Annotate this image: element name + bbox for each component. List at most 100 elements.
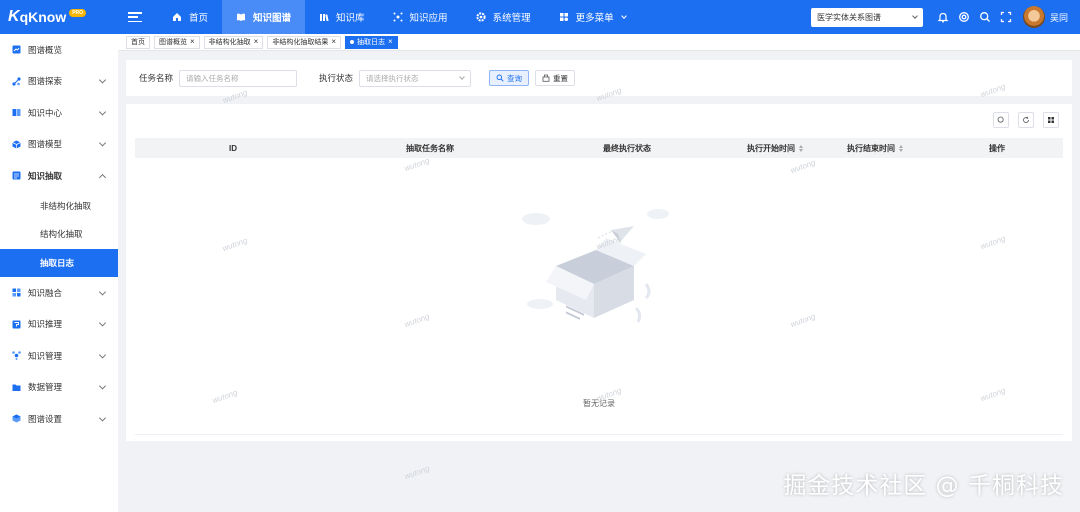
sidebar-subitem-unstructured-extract[interactable]: 非结构化抽取: [0, 192, 118, 221]
empty-box-icon: [522, 209, 669, 323]
column-header-task-name: 抽取任务名称: [331, 138, 529, 158]
gear-icon: [475, 12, 486, 22]
nav-knowledge-graph[interactable]: 知识图谱: [222, 0, 306, 34]
nav-home[interactable]: 首页: [158, 0, 222, 34]
sidebar-item-label: 抽取日志: [40, 257, 75, 268]
table-refresh-button[interactable]: [1018, 112, 1034, 128]
reasoning-icon: [12, 320, 21, 329]
status-select[interactable]: 请选择执行状态: [359, 69, 472, 87]
nav-knowledge-base[interactable]: 知识库: [305, 0, 379, 34]
chevron-down-icon: [98, 108, 107, 116]
bell-icon[interactable]: [937, 11, 949, 23]
avatar[interactable]: [1022, 6, 1045, 28]
task-name-placeholder: 请输入任务名称: [186, 73, 239, 83]
task-name-label: 任务名称: [139, 73, 174, 83]
close-icon[interactable]: ×: [388, 38, 393, 46]
tab-unstructured-result[interactable]: 非结构化抽取结果 ×: [267, 35, 342, 49]
column-header-end-time[interactable]: 执行结束时间: [800, 138, 950, 158]
sidebar-item-data-manage[interactable]: 数据管理: [0, 372, 118, 404]
reset-button[interactable]: 重置: [535, 70, 576, 86]
search-icon[interactable]: [979, 11, 991, 23]
column-header-actions: 操作: [947, 138, 1047, 158]
sparkle-icon: [393, 12, 403, 22]
refresh-icon: [1023, 116, 1029, 123]
nav-system-label: 系统管理: [492, 13, 531, 24]
nav-knowledge-graph-label: 知识图谱: [253, 13, 292, 24]
library-icon: [319, 12, 329, 22]
chevron-down-icon: [98, 288, 107, 296]
column-label: 操作: [989, 143, 1005, 153]
tab-graph-overview[interactable]: 图谱概览 ×: [154, 35, 200, 49]
close-icon[interactable]: ×: [254, 38, 259, 46]
tab-home[interactable]: 首页: [126, 35, 150, 49]
cube-icon: [12, 140, 21, 149]
table-search-button[interactable]: [993, 112, 1009, 128]
close-icon[interactable]: ×: [331, 38, 336, 46]
sidebar-item-knowledge-center[interactable]: 知识中心: [0, 97, 118, 129]
sidebar-item-knowledge-manage[interactable]: 知识管理: [0, 340, 118, 372]
sidebar-item-label: 知识管理: [28, 350, 63, 361]
support-icon[interactable]: [958, 11, 970, 23]
chevron-down-icon: [459, 73, 465, 80]
sidebar-item-knowledge-fusion[interactable]: 知识融合: [0, 277, 118, 309]
search-form: 任务名称 请输入任务名称 执行状态 请选择执行状态 查询 重置: [126, 60, 1072, 96]
reset-button-label: 重置: [553, 73, 569, 83]
task-name-input[interactable]: 请输入任务名称: [179, 69, 298, 87]
nav-knowledge-base-label: 知识库: [336, 13, 365, 24]
sort-icon[interactable]: [899, 144, 903, 152]
chevron-down-icon: [98, 139, 107, 147]
header-tools: 医学实体关系图谱 吴同: [810, 0, 1080, 34]
column-label: ID: [229, 143, 237, 153]
sidebar-item-label: 知识推理: [28, 319, 63, 330]
column-label: 执行开始时间: [747, 143, 795, 153]
nav-more[interactable]: 更多菜单: [545, 0, 640, 34]
top-navbar: K qKnow PRO 首页 知识图谱 知识库 知识应用 系统管理 更多菜单 医…: [0, 0, 1080, 34]
chevron-down-icon: [620, 12, 627, 19]
table-columns-button[interactable]: [1043, 112, 1059, 128]
sidebar: 图谱概览 图谱探索 知识中心 图谱模型 知识抽取 非结构化抽取 结构化抽取 抽取…: [0, 34, 118, 512]
book-icon: [236, 12, 246, 22]
menu-collapse-icon[interactable]: [128, 11, 142, 23]
sidebar-item-graph-model[interactable]: 图谱模型: [0, 129, 118, 161]
document-icon: [12, 171, 21, 180]
nav-system[interactable]: 系统管理: [462, 0, 545, 34]
tab-label: 非结构化抽取结果: [272, 39, 329, 46]
box-icon: [12, 414, 21, 423]
fullscreen-icon[interactable]: [1000, 11, 1012, 23]
sidebar-item-graph-overview[interactable]: 图谱概览: [0, 34, 118, 66]
sidebar-item-label: 图谱探索: [28, 76, 63, 87]
source-watermark: 掘金技术社区 @ 千桐科技: [783, 473, 1064, 499]
sidebar-subitem-extract-log[interactable]: 抽取日志: [0, 248, 118, 277]
chevron-down-icon: [98, 319, 107, 327]
nav-knowledge-app-label: 知识应用: [409, 13, 448, 24]
graph-select[interactable]: 医学实体关系图谱: [810, 7, 923, 27]
sidebar-item-knowledge-extract[interactable]: 知识抽取: [0, 160, 118, 192]
sidebar-item-label: 图谱概览: [28, 44, 63, 55]
home-icon: [172, 12, 182, 22]
nav-more-label: 更多菜单: [575, 13, 614, 24]
sidebar-subitem-structured-extract[interactable]: 结构化抽取: [0, 220, 118, 249]
chevron-down-icon: [98, 382, 107, 390]
status-label: 执行状态: [319, 73, 354, 83]
logo-name: qKnow: [19, 9, 67, 25]
tab-extract-log[interactable]: 抽取日志 ×: [345, 35, 398, 49]
chart-icon: [12, 45, 21, 54]
close-icon[interactable]: ×: [190, 38, 195, 46]
username[interactable]: 吴同: [1050, 11, 1068, 24]
sidebar-item-knowledge-reasoning[interactable]: 知识推理: [0, 309, 118, 341]
column-label: 抽取任务名称: [406, 143, 454, 153]
query-button[interactable]: 查询: [489, 70, 530, 86]
sidebar-item-graph-settings[interactable]: 图谱设置: [0, 403, 118, 435]
sidebar-item-graph-explore[interactable]: 图谱探索: [0, 66, 118, 98]
tab-label: 抽取日志: [357, 39, 386, 46]
sidebar-item-label: 结构化抽取: [40, 229, 83, 240]
watermark: wutong: [403, 463, 431, 482]
tab-unstructured-extract[interactable]: 非结构化抽取 ×: [203, 35, 264, 49]
grid-icon: [1048, 117, 1054, 123]
pro-badge: PRO: [69, 9, 87, 17]
query-button-label: 查询: [507, 73, 523, 83]
app-logo[interactable]: K qKnow PRO: [0, 0, 118, 34]
nav-knowledge-app[interactable]: 知识应用: [379, 0, 462, 34]
book-icon: [12, 108, 21, 117]
column-label: 执行结束时间: [847, 143, 895, 153]
